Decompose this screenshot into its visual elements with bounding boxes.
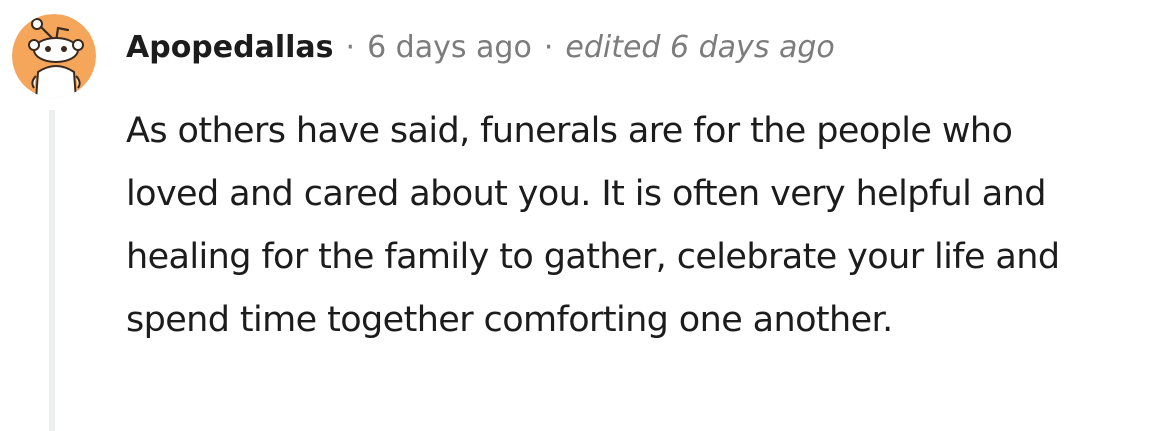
comment-timestamp[interactable]: 6 days ago [367,26,532,70]
user-avatar[interactable] [12,14,96,98]
author-link[interactable]: Apopedallas [126,26,334,70]
meta-separator: · [543,30,554,65]
meta-separator: · [345,30,356,65]
thread-collapse-line[interactable] [49,110,55,431]
comment-body: As others have said, funerals are for th… [126,111,1060,340]
edited-label: edited 6 days ago [565,30,835,65]
comment-meta: Apopedallas · 6 days ago · edited 6 days… [126,26,835,70]
comment: Apopedallas · 6 days ago · edited 6 days… [0,0,1157,431]
snoo-avatar-icon [12,14,96,98]
